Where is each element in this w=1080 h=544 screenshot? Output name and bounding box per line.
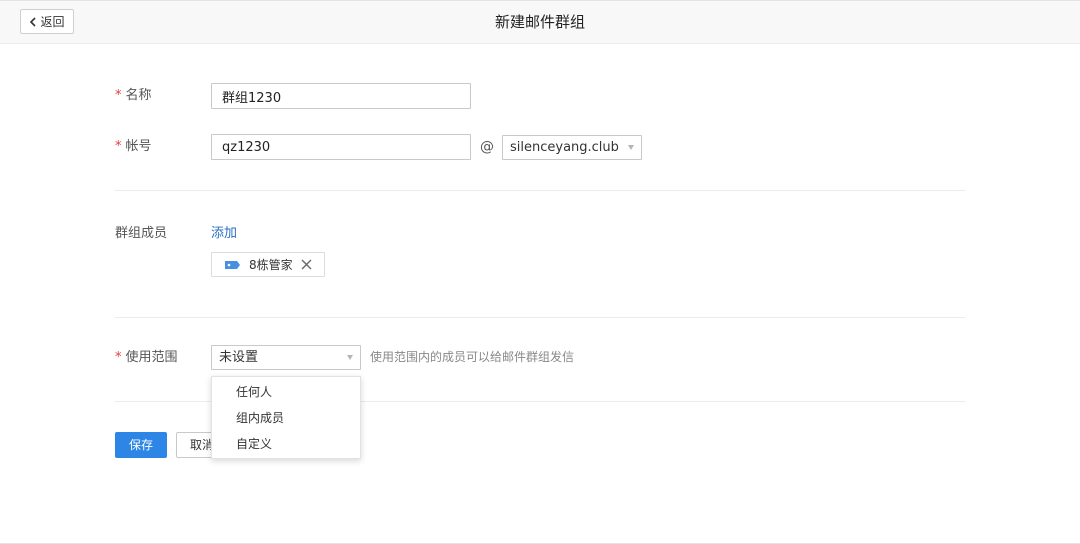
- account-label: * 帐号: [115, 134, 152, 160]
- section-divider: [115, 317, 965, 318]
- section-divider: [115, 190, 965, 191]
- scope-label-text: 使用范围: [125, 350, 178, 365]
- domain-select-value: silenceyang.club: [510, 140, 619, 155]
- domain-select[interactable]: silenceyang.club: [502, 135, 642, 160]
- add-member-link[interactable]: 添加: [211, 223, 237, 245]
- back-button[interactable]: 返回: [20, 9, 74, 34]
- caret-down-icon: [628, 145, 634, 150]
- page: 新建邮件群组 返回 *名称 *帐号 @ silenceyang.club 群组成…: [0, 0, 1080, 544]
- scope-option-anyone[interactable]: 任何人: [212, 379, 360, 405]
- name-label-text: 名称: [125, 88, 152, 103]
- scope-option-group-members[interactable]: 组内成员: [212, 405, 360, 431]
- close-icon[interactable]: [301, 259, 312, 270]
- account-label-text: 帐号: [125, 139, 152, 154]
- name-input[interactable]: [211, 83, 471, 109]
- members-label: 群组成员: [115, 226, 168, 241]
- save-button[interactable]: 保存: [115, 432, 167, 458]
- chevron-left-icon: [29, 16, 37, 27]
- account-input[interactable]: [211, 134, 471, 160]
- scope-hint: 使用范围内的成员可以给邮件群组发信: [370, 350, 575, 364]
- required-mark: *: [115, 139, 122, 154]
- scope-dropdown-menu: 任何人 组内成员 自定义: [211, 376, 361, 459]
- required-mark: *: [115, 88, 122, 103]
- page-title: 新建邮件群组: [494, 13, 585, 31]
- scope-select[interactable]: 未设置: [211, 345, 361, 370]
- at-sign: @: [480, 139, 494, 155]
- back-button-label: 返回: [40, 15, 65, 29]
- scope-option-custom[interactable]: 自定义: [212, 431, 360, 457]
- member-tag-name: 8栋管家: [249, 258, 293, 272]
- name-label: * 名称: [115, 83, 152, 109]
- caret-down-icon: [347, 355, 353, 360]
- scope-select-value: 未设置: [219, 350, 259, 365]
- required-mark: *: [115, 350, 122, 365]
- header-bar: 新建邮件群组 返回: [0, 1, 1080, 44]
- scope-label: * 使用范围: [115, 345, 178, 371]
- member-tag: 8栋管家: [211, 252, 325, 277]
- tag-icon: [224, 260, 241, 270]
